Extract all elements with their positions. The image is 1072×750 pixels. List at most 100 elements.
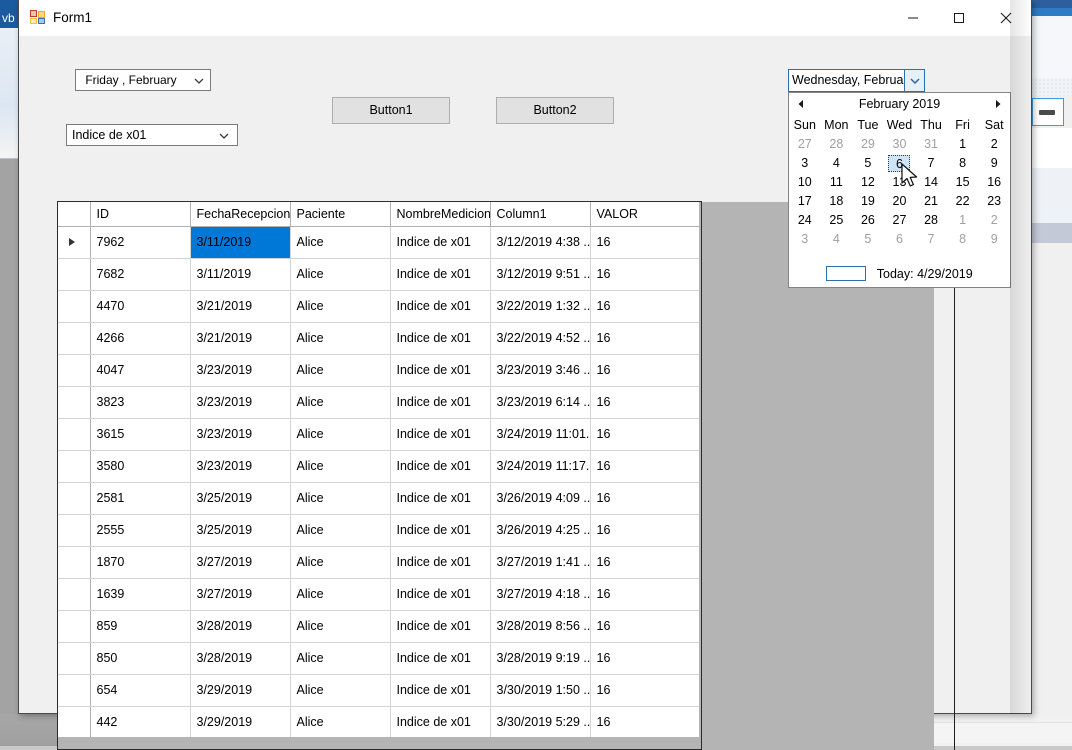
maximize-button[interactable] <box>936 0 982 35</box>
cell-column1[interactable]: 3/26/2019 4:25 ... <box>490 514 591 547</box>
cell-valor[interactable]: 16 <box>590 674 701 707</box>
cell-paciente[interactable]: Alice <box>290 578 391 611</box>
table-row[interactable]: 2555 3/25/2019 Alice Indice de x01 3/26/2019… <box>58 514 701 547</box>
cell-nombremedicion[interactable]: Indice de x01 <box>390 290 491 323</box>
table-row[interactable]: 4266 3/21/2019 Alice Indice de x01 3/22/2019… <box>58 322 701 355</box>
cell-fecharecepcion[interactable]: 3/27/2019 <box>190 546 291 579</box>
cell-valor[interactable]: 16 <box>590 290 701 323</box>
calendar-day-cell[interactable]: 28 <box>821 135 853 154</box>
cell-id[interactable]: 3580 <box>90 450 191 483</box>
calendar-day-cell[interactable]: 1 <box>947 135 979 154</box>
cell-paciente[interactable]: Alice <box>290 322 391 355</box>
cell-paciente[interactable]: Alice <box>290 354 391 387</box>
table-row[interactable]: 442 3/29/2019 Alice Indice de x01 3/30/2019 … <box>58 706 701 739</box>
cell-valor[interactable]: 16 <box>590 578 701 611</box>
chevron-down-icon[interactable] <box>904 70 924 91</box>
chevron-down-icon[interactable] <box>216 129 232 142</box>
table-row[interactable]: 4047 3/23/2019 Alice Indice de x01 3/23/2019… <box>58 354 701 387</box>
row-header-cell[interactable] <box>58 290 91 323</box>
calendar-day-cell[interactable]: 11 <box>821 173 853 192</box>
cell-nombremedicion[interactable]: Indice de x01 <box>390 386 491 419</box>
cell-column1[interactable]: 3/22/2019 4:52 ... <box>490 322 591 355</box>
cell-paciente[interactable]: Alice <box>290 546 391 579</box>
calendar-day-cell[interactable]: 16 <box>978 173 1010 192</box>
column-header-valor[interactable]: VALOR <box>590 202 701 227</box>
close-button[interactable] <box>983 0 1029 35</box>
cell-nombremedicion[interactable]: Indice de x01 <box>390 514 491 547</box>
cell-fecharecepcion[interactable]: 3/28/2019 <box>190 642 291 675</box>
title-bar[interactable]: Form1 <box>19 0 1031 37</box>
cell-nombremedicion[interactable]: Indice de x01 <box>390 226 491 259</box>
calendar-day-cell[interactable]: 7 <box>915 154 947 173</box>
cell-paciente[interactable]: Alice <box>290 642 391 675</box>
table-row[interactable]: 2581 3/25/2019 Alice Indice de x01 3/26/2019… <box>58 482 701 515</box>
row-header-cell[interactable] <box>58 706 91 739</box>
cell-column1[interactable]: 3/28/2019 9:19 ... <box>490 642 591 675</box>
calendar-day-cell[interactable]: 22 <box>947 192 979 211</box>
table-row[interactable]: 1870 3/27/2019 Alice Indice de x01 3/27/2019… <box>58 546 701 579</box>
cell-valor[interactable]: 16 <box>590 258 701 291</box>
row-header-cell[interactable] <box>58 610 91 643</box>
cell-valor[interactable]: 16 <box>590 610 701 643</box>
calendar-day-cell[interactable]: 10 <box>789 173 821 192</box>
cell-id[interactable]: 850 <box>90 642 191 675</box>
cell-valor[interactable]: 16 <box>590 482 701 515</box>
table-row[interactable]: 4470 3/21/2019 Alice Indice de x01 3/22/2019… <box>58 290 701 323</box>
calendar-day-cell[interactable]: 20 <box>884 192 916 211</box>
cell-nombremedicion[interactable]: Indice de x01 <box>390 450 491 483</box>
calendar-day-cell[interactable]: 13 <box>884 173 916 192</box>
column-header-id[interactable]: ID <box>90 202 191 227</box>
table-row[interactable]: 3823 3/23/2019 Alice Indice de x01 3/23/2019… <box>58 386 701 419</box>
cell-column1[interactable]: 3/30/2019 5:29 ... <box>490 706 591 739</box>
cell-column1[interactable]: 3/23/2019 6:14 ... <box>490 386 591 419</box>
calendar-day-cell[interactable]: 3 <box>789 154 821 173</box>
cell-paciente[interactable]: Alice <box>290 226 391 259</box>
cell-paciente[interactable]: Alice <box>290 514 391 547</box>
cell-fecharecepcion[interactable]: 3/27/2019 <box>190 578 291 611</box>
cell-fecharecepcion[interactable]: 3/23/2019 <box>190 418 291 451</box>
date-time-picker-left[interactable]: Friday , February <box>75 69 211 91</box>
cell-id[interactable]: 7682 <box>90 258 191 291</box>
cell-id[interactable]: 3615 <box>90 418 191 451</box>
cell-fecharecepcion[interactable]: 3/21/2019 <box>190 290 291 323</box>
triangle-right-icon[interactable] <box>992 98 1004 110</box>
table-row[interactable]: 654 3/29/2019 Alice Indice de x01 3/30/2019 … <box>58 674 701 707</box>
table-row[interactable]: 859 3/28/2019 Alice Indice de x01 3/28/2019 … <box>58 610 701 643</box>
calendar-day-cell[interactable]: 2 <box>978 135 1010 154</box>
button1[interactable]: Button1 <box>332 97 450 124</box>
cell-column1[interactable]: 3/27/2019 4:18 ... <box>490 578 591 611</box>
cell-id[interactable]: 2581 <box>90 482 191 515</box>
row-header-cell[interactable] <box>58 386 91 419</box>
cell-column1[interactable]: 3/24/2019 11:01... <box>490 418 591 451</box>
calendar-day-cell[interactable]: 6 <box>884 230 916 249</box>
calendar-day-cell[interactable]: 14 <box>915 173 947 192</box>
table-row[interactable]: 7962 3/11/2019 Alice Indice de x01 3/12/2019… <box>58 226 701 259</box>
calendar-day-cell[interactable]: 4 <box>821 154 853 173</box>
cell-paciente[interactable]: Alice <box>290 674 391 707</box>
cell-paciente[interactable]: Alice <box>290 610 391 643</box>
table-row[interactable]: 1639 3/27/2019 Alice Indice de x01 3/27/2019… <box>58 578 701 611</box>
cell-fecharecepcion[interactable]: 3/29/2019 <box>190 674 291 707</box>
cell-fecharecepcion[interactable]: 3/28/2019 <box>190 610 291 643</box>
cell-column1[interactable]: 3/30/2019 1:50 ... <box>490 674 591 707</box>
cell-column1[interactable]: 3/23/2019 3:46 ... <box>490 354 591 387</box>
calendar-day-cell[interactable]: 7 <box>915 230 947 249</box>
cell-valor[interactable]: 16 <box>590 642 701 675</box>
cell-column1[interactable]: 3/26/2019 4:09 ... <box>490 482 591 515</box>
cell-fecharecepcion[interactable]: 3/11/2019 <box>190 258 291 291</box>
row-header-cell[interactable] <box>58 258 91 291</box>
calendar-day-cell[interactable]: 15 <box>947 173 979 192</box>
row-header-cell[interactable] <box>58 578 91 611</box>
row-header-cell[interactable] <box>58 354 91 387</box>
data-grid-view[interactable]: ID FechaRecepcion Paciente NombreMedicio… <box>57 201 702 750</box>
calendar-day-cell[interactable]: 27 <box>789 135 821 154</box>
cell-column1[interactable]: 3/12/2019 4:38 ... <box>490 226 591 259</box>
cell-nombremedicion[interactable]: Indice de x01 <box>390 674 491 707</box>
cell-valor[interactable]: 16 <box>590 354 701 387</box>
cell-id[interactable]: 442 <box>90 706 191 739</box>
table-row[interactable]: 7682 3/11/2019 Alice Indice de x01 3/12/2019… <box>58 258 701 291</box>
date-time-picker-right[interactable]: Wednesday, February <box>788 69 925 92</box>
cell-paciente[interactable]: Alice <box>290 706 391 739</box>
cell-nombremedicion[interactable]: Indice de x01 <box>390 322 491 355</box>
calendar-day-cell[interactable]: 28 <box>915 211 947 230</box>
